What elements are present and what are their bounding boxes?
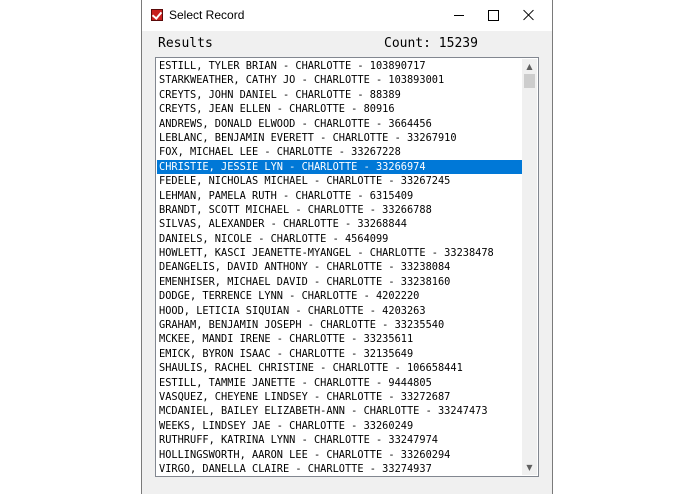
list-item[interactable]: ESTILL, TYLER BRIAN - CHARLOTTE - 103890… xyxy=(157,59,523,73)
results-listbox[interactable]: ESTILL, TYLER BRIAN - CHARLOTTE - 103890… xyxy=(155,57,539,477)
list-item[interactable]: ANDREWS, DONALD ELWOOD - CHARLOTTE - 366… xyxy=(157,117,523,131)
list-item[interactable]: SHAULIS, RACHEL CHRISTINE - CHARLOTTE - … xyxy=(157,361,523,375)
list-item-selected[interactable]: CHRISTIE, JESSIE LYN - CHARLOTTE - 33266… xyxy=(157,159,523,175)
record-list[interactable]: ESTILL, TYLER BRIAN - CHARLOTTE - 103890… xyxy=(157,59,523,476)
list-item[interactable]: DANIELS, NICOLE - CHARLOTTE - 4564099 xyxy=(157,232,523,246)
close-button[interactable] xyxy=(506,0,552,31)
list-item[interactable]: BRANDT, SCOTT MICHAEL - CHARLOTTE - 3326… xyxy=(157,203,523,217)
list-item[interactable]: EMICK, BYRON ISAAC - CHARLOTTE - 3213564… xyxy=(157,347,523,361)
list-item[interactable]: RUTHRUFF, KATRINA LYNN - CHARLOTTE - 332… xyxy=(157,433,523,447)
list-item[interactable]: CREYTS, JEAN ELLEN - CHARLOTTE - 80916 xyxy=(157,102,523,116)
window-title: Select Record xyxy=(169,8,245,22)
list-item[interactable]: GRAHAM, BENJAMIN JOSEPH - CHARLOTTE - 33… xyxy=(157,318,523,332)
scroll-thumb[interactable] xyxy=(524,74,535,88)
list-item[interactable]: WEEKS, LINDSEY JAE - CHARLOTTE - 3326024… xyxy=(157,419,523,433)
list-item[interactable]: EMENHISER, MICHAEL DAVID - CHARLOTTE - 3… xyxy=(157,275,523,289)
list-item[interactable]: VASQUEZ, CHEYENE LINDSEY - CHARLOTTE - 3… xyxy=(157,390,523,404)
title-bar[interactable]: Select Record xyxy=(142,0,552,31)
list-item[interactable]: MCDANIEL, BAILEY ELIZABETH-ANN - CHARLOT… xyxy=(157,404,523,418)
count-label: Count: xyxy=(384,36,431,51)
list-item[interactable]: ESTILL, TAMMIE JANETTE - CHARLOTTE - 944… xyxy=(157,376,523,390)
list-item[interactable]: LEBLANC, BENJAMIN EVERETT - CHARLOTTE - … xyxy=(157,131,523,145)
list-item[interactable]: DODGE, TERRENCE LYNN - CHARLOTTE - 42022… xyxy=(157,289,523,303)
results-label: Results xyxy=(158,36,213,51)
list-item[interactable]: MCKEE, MANDI IRENE - CHARLOTTE - 3323561… xyxy=(157,332,523,346)
list-item[interactable]: VIRGO, DANELLA CLAIRE - CHARLOTTE - 3327… xyxy=(157,462,523,476)
close-icon xyxy=(523,9,535,21)
list-item[interactable]: LEHMAN, PAMELA RUTH - CHARLOTTE - 631540… xyxy=(157,189,523,203)
list-item[interactable]: HOOD, LETICIA SIQUIAN - CHARLOTTE - 4203… xyxy=(157,304,523,318)
list-item[interactable]: FOX, MICHAEL LEE - CHARLOTTE - 33267228 xyxy=(157,145,523,159)
list-item[interactable]: FEDELE, NICHOLAS MICHAEL - CHARLOTTE - 3… xyxy=(157,174,523,188)
list-item[interactable]: DEANGELIS, DAVID ANTHONY - CHARLOTTE - 3… xyxy=(157,260,523,274)
scroll-down-arrow-icon[interactable]: ▼ xyxy=(522,460,537,475)
record-count: Count: 15239 xyxy=(384,36,478,51)
count-value: 15239 xyxy=(438,36,478,51)
checkbox-icon xyxy=(151,9,163,21)
list-item[interactable]: STARKWEATHER, CATHY JO - CHARLOTTE - 103… xyxy=(157,73,523,87)
maximize-icon xyxy=(488,10,499,21)
select-record-window: Select Record Results Count: 15239 ESTIL… xyxy=(141,0,553,494)
list-item[interactable]: SILVAS, ALEXANDER - CHARLOTTE - 33268844 xyxy=(157,217,523,231)
list-item[interactable]: HOLLINGSWORTH, AARON LEE - CHARLOTTE - 3… xyxy=(157,448,523,462)
list-item[interactable]: CREYTS, JOHN DANIEL - CHARLOTTE - 88389 xyxy=(157,88,523,102)
list-item[interactable]: HOWLETT, KASCI JEANETTE-MYANGEL - CHARLO… xyxy=(157,246,523,260)
scroll-up-arrow-icon[interactable]: ▲ xyxy=(522,59,537,74)
minimize-icon xyxy=(454,15,464,16)
vertical-scrollbar[interactable]: ▲ ▼ xyxy=(522,59,537,475)
